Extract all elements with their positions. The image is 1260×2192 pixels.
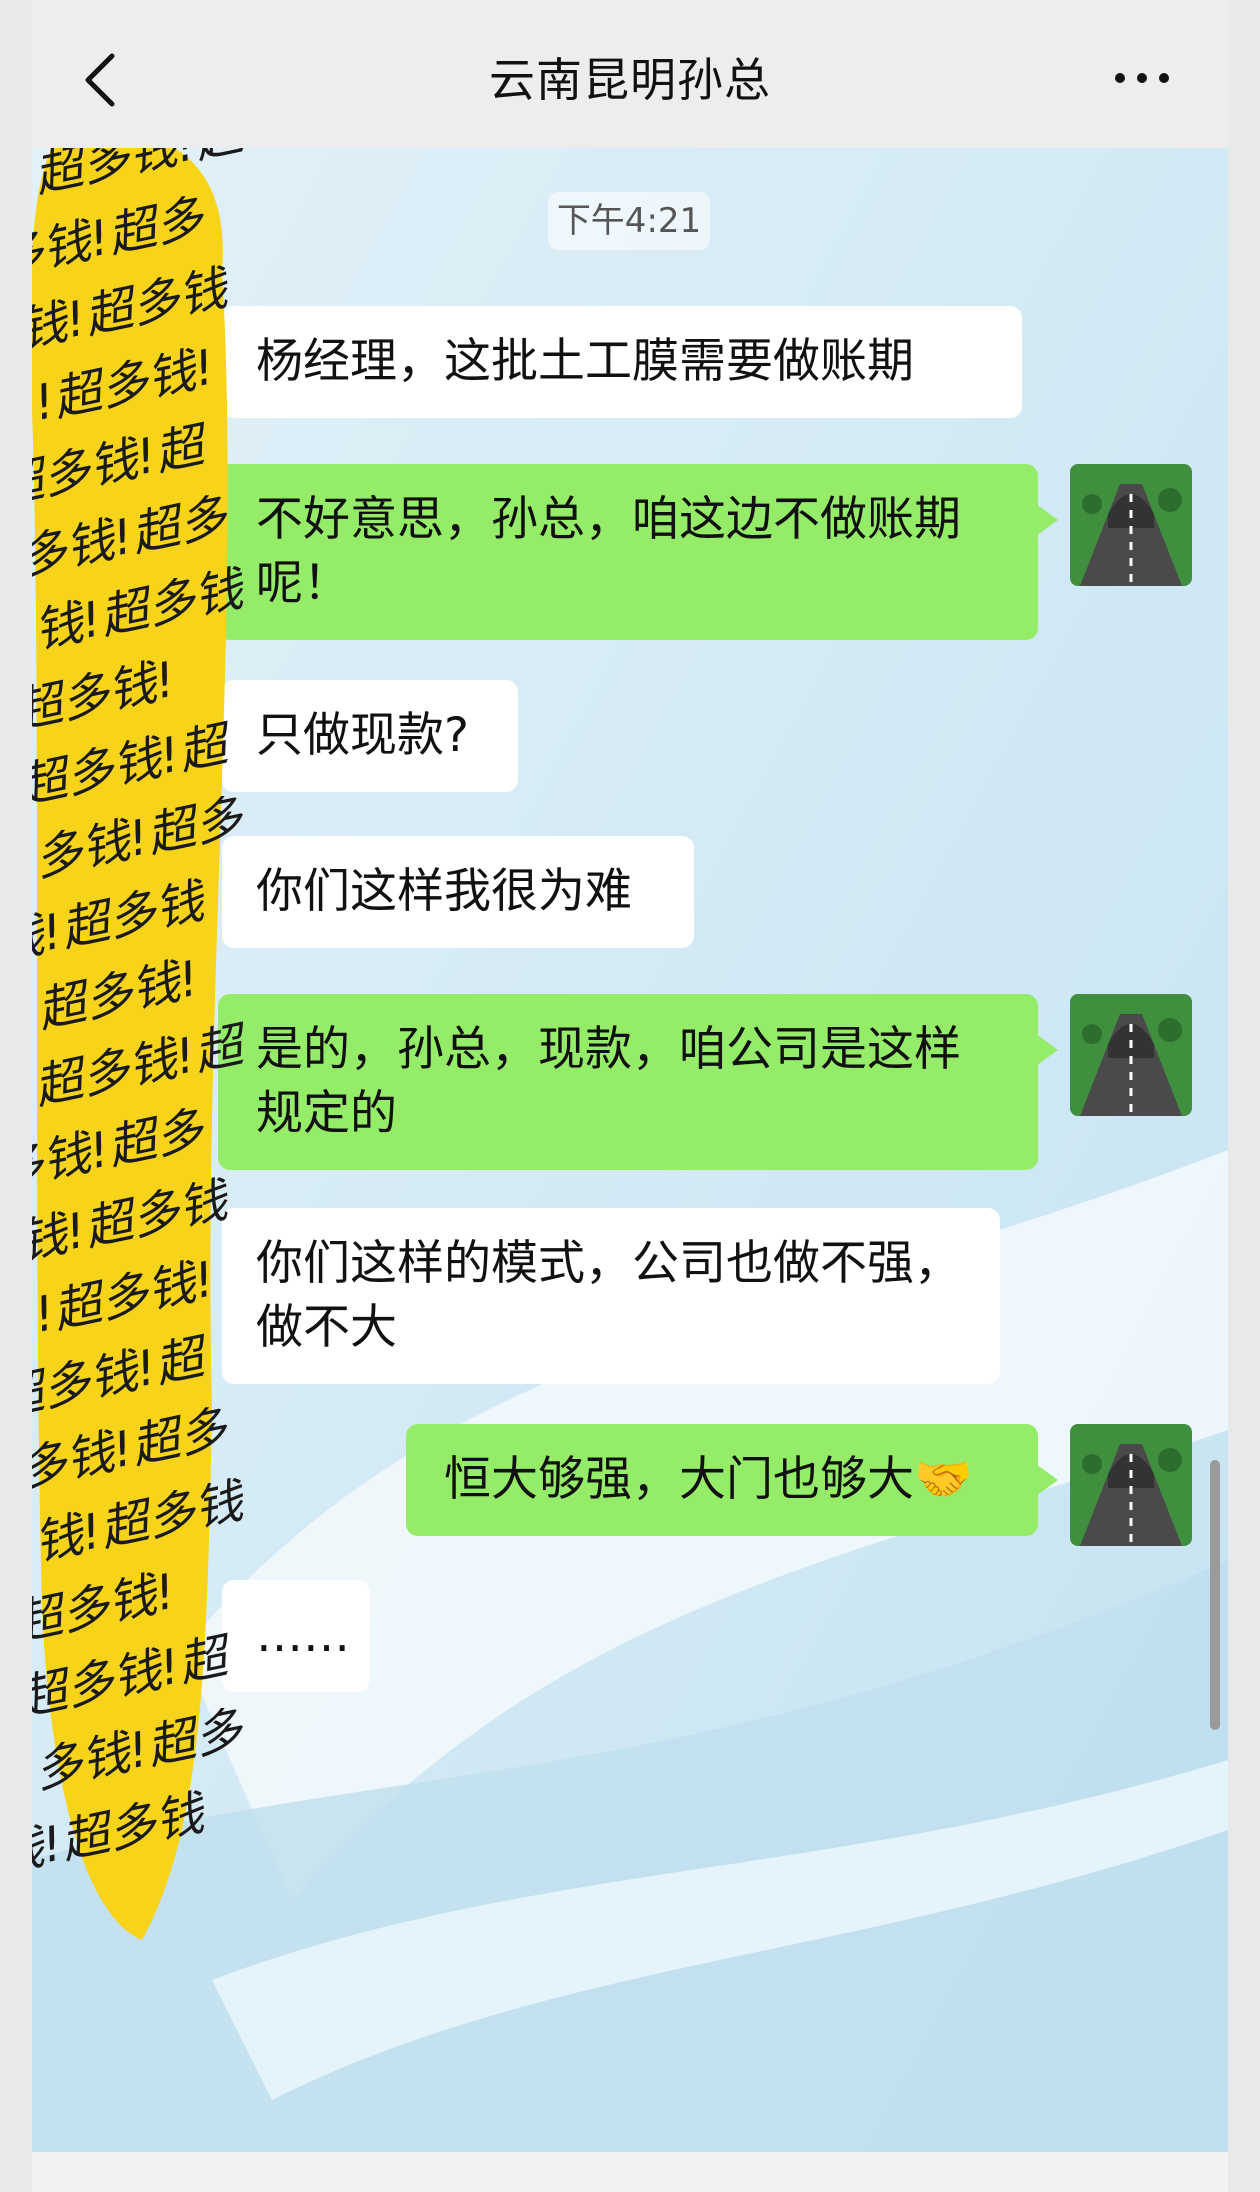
message-text: 不好意思，孙总，咱这边不做账期呢！ xyxy=(256,492,961,611)
scrollbar[interactable] xyxy=(1210,1460,1220,1730)
message-text: 只做现款? xyxy=(256,708,469,763)
chat-title: 云南昆明孙总 xyxy=(489,53,771,107)
message-bubble-outgoing[interactable]: 是的，孙总，现款，咱公司是这样规定的 xyxy=(218,994,1058,1170)
message-text: 恒大够强，大门也够大🤝 xyxy=(444,1452,973,1507)
more-dots-icon[interactable] xyxy=(1112,66,1172,90)
top-bar: 云南昆明孙总 xyxy=(32,0,1228,148)
message-text: …… xyxy=(256,1608,350,1663)
sticker-overlay: 超多钱!超 多钱!超多 钱!超多钱 !超多钱! 超多钱!超 多钱!超多 钱!超多钱 !超多钱!… xyxy=(32,110,252,1950)
bottom-strip xyxy=(32,2152,1228,2192)
message-bubble-incoming[interactable]: 你们这样我很为难 xyxy=(222,836,694,948)
message-text: 杨经理，这批土工膜需要做账期 xyxy=(256,334,914,389)
message-bubble-outgoing[interactable]: 不好意思，孙总，咱这边不做账期呢！ xyxy=(218,464,1058,640)
message-text: 你们这样的模式，公司也做不强，做不大 xyxy=(256,1236,961,1355)
timestamp: 下午4:21 xyxy=(548,192,710,250)
avatar[interactable] xyxy=(1070,464,1192,586)
message-bubble-incoming[interactable]: 杨经理，这批土工膜需要做账期 xyxy=(222,306,1022,418)
message-text: 是的，孙总，现款，咱公司是这样规定的 xyxy=(256,1022,961,1141)
message-text: 你们这样我很为难 xyxy=(256,864,632,919)
avatar[interactable] xyxy=(1070,1424,1192,1546)
message-bubble-outgoing[interactable]: 恒大够强，大门也够大🤝 xyxy=(406,1424,1058,1536)
message-bubble-incoming[interactable]: 你们这样的模式，公司也做不强，做不大 xyxy=(222,1208,1000,1384)
avatar[interactable] xyxy=(1070,994,1192,1116)
message-bubble-incoming[interactable]: 只做现款? xyxy=(222,680,518,792)
chat-screen: 云南昆明孙总 下午4:21 杨经理，这批土工膜需要做账期 不好意思，孙总，咱这边… xyxy=(32,0,1228,2192)
